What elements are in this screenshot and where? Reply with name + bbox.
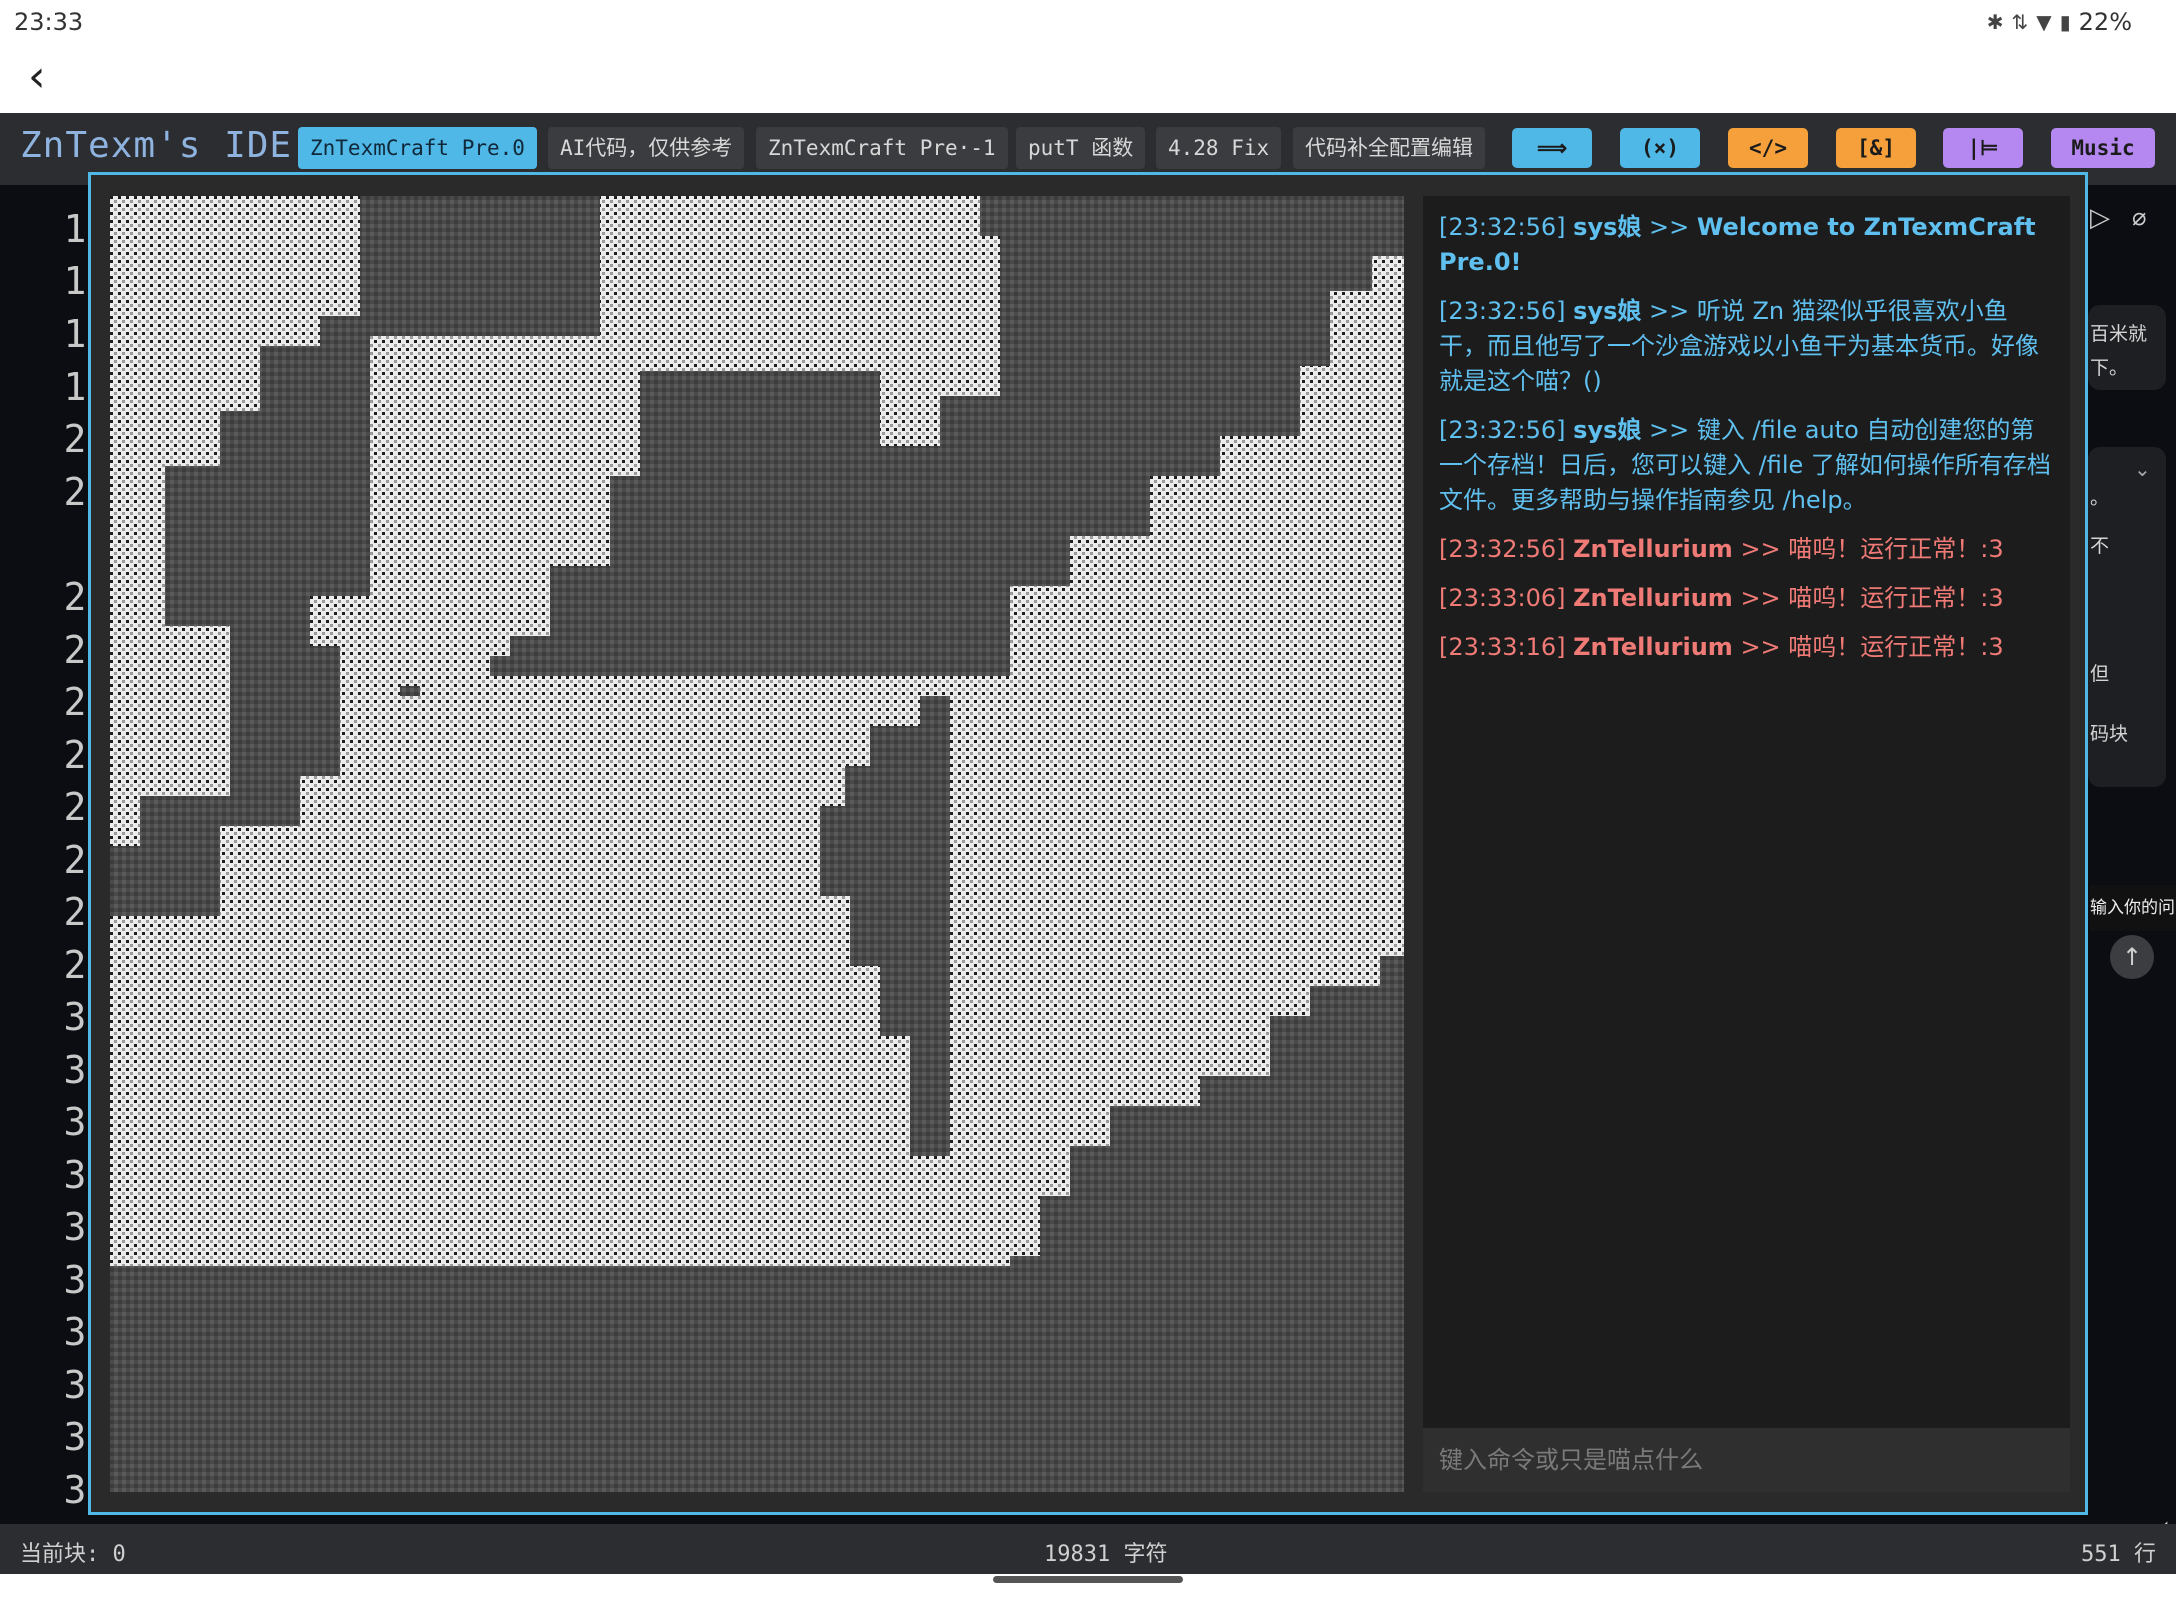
line-number: 3 [63,1100,87,1144]
bluetooth-icon: ✱ [1986,10,2004,34]
char-count: 19831 字符 [1044,1542,1168,1567]
music-button[interactable]: Music [2051,128,2155,168]
chat-log: [23:32:56] sys娘 >> Welcome to ZnTexmCraf… [1439,210,2054,679]
chat-separator: >> [1732,535,1789,563]
nav-bar [0,1574,2176,1600]
chat-separator: >> [1641,297,1697,325]
chevron-down-icon[interactable]: ⌄ [2134,457,2151,481]
play-icon[interactable]: ▷ [2090,203,2110,233]
battery-icon: ▮ [2059,10,2071,34]
line-number: 2 [63,733,87,777]
ide-title: ZnTexm's IDE [20,125,293,166]
data-arrows-icon: ⇅ [2011,10,2029,34]
line-number: 3 [63,1153,87,1197]
line-count: 551 行 [2081,1542,2156,1567]
chat-time: [23:33:06] [1439,584,1566,612]
home-gesture-pill[interactable] [993,1576,1183,1583]
code-button[interactable]: </> [1728,128,1808,168]
line-number: 2 [63,575,87,619]
line-number: 1 [63,259,87,303]
line-number: 3 [63,1258,87,1302]
line-number: 3 [63,1048,87,1092]
chat-sender: ZnTellurium [1573,633,1733,661]
editor-status-bar: 当前块: 0 19831 字符 551 行 [0,1524,2176,1574]
line-number: 2 [63,890,87,934]
chat-separator: >> [1641,213,1697,241]
arrow-up-icon[interactable]: ↑ [2110,935,2154,979]
chat-message: [23:33:06] ZnTellurium >> 喵呜！运行正常！:3 [1439,581,2054,616]
line-number: 2 [63,470,87,514]
chat-time: [23:32:56] [1439,535,1566,563]
current-block: 当前块: 0 [20,1542,126,1567]
line-number: 3 [63,1205,87,1249]
assistant-snippet-6: 码块 [2090,723,2129,745]
variable-button[interactable]: (×) [1620,128,1700,168]
tab-zntexmcraft-pre-1[interactable]: ZnTexmCraft Pre·-1 [756,127,1008,169]
tab-4-28-fix[interactable]: 4.28 Fix [1156,127,1282,169]
wifi-icon: ▼ [2036,10,2052,34]
tab-completion-config[interactable]: 代码补全配置编辑 [1293,127,1485,169]
chat-command-input[interactable] [1423,1428,2070,1492]
line-number: 3 [63,1415,87,1459]
chat-message: [23:32:56] sys娘 >> 键入 /file auto 自动创建您的第… [1439,413,2054,518]
tab-putt-function[interactable]: putT 函数 [1016,127,1146,169]
line-number: 2 [63,680,87,724]
chat-time: [23:32:56] [1439,297,1566,325]
reference-button[interactable]: [&] [1836,128,1916,168]
format-button[interactable]: |⊨ [1943,128,2023,168]
chat-time: [23:32:56] [1439,213,1566,241]
line-number: 2 [63,943,87,987]
app-bar: ‹ [0,45,2176,113]
chat-time: [23:33:16] [1439,633,1566,661]
chat-sender: sys娘 [1573,297,1642,325]
line-number: 2 [63,785,87,829]
game-chat-panel: [23:32:56] sys娘 >> Welcome to ZnTexmCraf… [1423,196,2070,1492]
chat-separator: >> [1732,633,1789,661]
chat-time: [23:32:56] [1439,416,1566,444]
terrain-map [110,196,1404,1492]
chat-sender: sys娘 [1573,213,1642,241]
chat-separator: >> [1641,416,1697,444]
assistant-message-card: 百米就 下。 [2088,305,2166,390]
chat-sender: ZnTellurium [1573,535,1733,563]
game-canvas[interactable] [110,196,1404,1492]
line-number: 2 [63,417,87,461]
line-number: 3 [63,1310,87,1354]
line-number: 3 [63,1363,87,1407]
chat-message: [23:32:56] sys娘 >> Welcome to ZnTexmCraf… [1439,210,2054,280]
chat-text: 喵呜！运行正常！:3 [1788,633,2004,661]
assistant-code-card: ⌄ 。 不 但 码块 [2088,447,2166,787]
assistant-snippet-3: 。 [2090,487,2110,509]
chat-separator: >> [1732,584,1789,612]
chat-text: 喵呜！运行正常！:3 [1788,535,2004,563]
assistant-input-hint[interactable]: 输入你的问 [2090,885,2176,931]
battery-level: 22% [2078,8,2132,36]
assistant-snippet-4: 不 [2090,535,2110,557]
run-arrow-button[interactable]: ⟹ [1512,128,1592,168]
line-number: 1 [63,207,87,251]
line-number: 2 [63,838,87,882]
line-number-gutter: 1 1 1 1 2 2 2 2 2 2 2 2 2 2 3 3 3 3 3 3 3 3 3 3 [0,185,90,1532]
tab-zntexmcraft-pre0[interactable]: ZnTexmCraft Pre.0 [298,127,537,169]
status-bar: 23:33 ✱ ⇅ ▼ ▮ 22% [0,0,2176,45]
status-time: 23:33 [14,8,84,36]
attachment-icon[interactable]: ⌀ [2132,203,2146,231]
assistant-snippet-5: 但 [2090,663,2110,685]
tab-ai-code[interactable]: AI代码，仅供参考 [548,127,745,169]
chat-message: [23:32:56] sys娘 >> 听说 Zn 猫梁似乎很喜欢小鱼干，而且他写… [1439,294,2054,399]
line-number: 3 [63,995,87,1039]
status-icons: ✱ ⇅ ▼ ▮ 22% [1987,8,2132,36]
assistant-snippet-2: 下。 [2090,357,2129,379]
assistant-snippet-1: 百米就 [2090,323,2148,345]
line-number: 1 [63,312,87,356]
line-number: 1 [63,365,87,409]
line-number: 3 [63,1468,87,1512]
line-number: 2 [63,628,87,672]
chat-message: [23:33:16] ZnTellurium >> 喵呜！运行正常！:3 [1439,630,2054,665]
chat-message: [23:32:56] ZnTellurium >> 喵呜！运行正常！:3 [1439,532,2054,567]
back-arrow-icon[interactable]: ‹ [28,55,68,99]
chat-sender: ZnTellurium [1573,584,1733,612]
chat-text: 喵呜！运行正常！:3 [1788,584,2004,612]
chat-sender: sys娘 [1573,416,1642,444]
